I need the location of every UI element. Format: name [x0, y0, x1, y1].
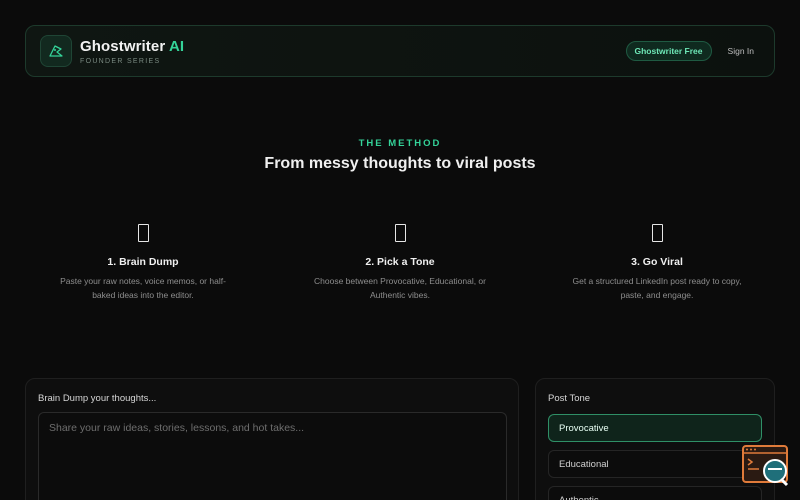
step-description: Get a structured LinkedIn post ready to … [557, 274, 757, 302]
step-title: 1. Brain Dump [107, 256, 179, 268]
step-description-line: Get a structured LinkedIn post ready to … [572, 276, 742, 286]
step-description-line: Paste your raw notes, voice memos, or ha… [60, 276, 226, 286]
step-description-line: baked ideas into the editor. [92, 290, 194, 300]
method-steps: 1. Brain Dump Paste your raw notes, voic… [0, 222, 800, 312]
step-description: Paste your raw notes, voice memos, or ha… [43, 274, 243, 302]
floating-assistant-widget[interactable] [741, 444, 791, 488]
tone-option-authentic[interactable]: Authentic [548, 486, 762, 500]
brain-dump-label: Brain Dump your thoughts... [38, 393, 157, 404]
brain-dump-panel: Brain Dump your thoughts... [25, 378, 519, 500]
top-header: Ghostwriter AI FOUNDER SERIES Ghostwrite… [25, 25, 775, 77]
brain-dump-input[interactable] [38, 412, 507, 500]
brand-title-main: Ghostwriter [80, 37, 166, 55]
ghost-logo-icon[interactable] [40, 35, 72, 67]
step-title: 2. Pick a Tone [365, 256, 435, 268]
section-title: From messy thoughts to viral posts [264, 155, 536, 172]
step-description: Choose between Provocative, Educational,… [300, 274, 500, 302]
step-go-viral: 3. Go Viral Get a structured LinkedIn po… [557, 222, 757, 302]
step-description-line: Choose between Provocative, Educational,… [314, 276, 486, 286]
step-pick-tone: 2. Pick a Tone Choose between Provocativ… [300, 222, 500, 302]
brand-subtitle: FOUNDER SERIES [80, 57, 161, 65]
assistant-widget-icon [742, 445, 789, 487]
tone-option-provocative[interactable]: Provocative [548, 414, 762, 442]
plan-badge[interactable]: Ghostwriter Free [625, 41, 712, 61]
brand: Ghostwriter AI FOUNDER SERIES [80, 38, 184, 65]
sign-in-link[interactable]: Sign In [722, 42, 760, 60]
brand-title-accent: AI [169, 37, 185, 55]
step-title: 3. Go Viral [631, 256, 683, 268]
post-tone-label: Post Tone [548, 393, 591, 404]
step-description-line: paste, and engage. [620, 290, 694, 300]
post-tone-panel: Post Tone Provocative Educational Authen… [535, 378, 775, 500]
app-page: Ghostwriter AI FOUNDER SERIES Ghostwrite… [0, 0, 800, 500]
rocket-icon [557, 222, 757, 244]
tone-option-educational[interactable]: Educational [548, 450, 762, 478]
step-description-line: Authentic vibes. [369, 290, 430, 300]
header-actions: Ghostwriter Free Sign In [625, 41, 761, 61]
step-brain-dump: 1. Brain Dump Paste your raw notes, voic… [43, 222, 243, 302]
section-eyebrow: THE METHOD [358, 138, 442, 149]
tone-icon [300, 222, 500, 244]
document-icon [43, 222, 243, 244]
brand-title: Ghostwriter AI [80, 38, 184, 55]
